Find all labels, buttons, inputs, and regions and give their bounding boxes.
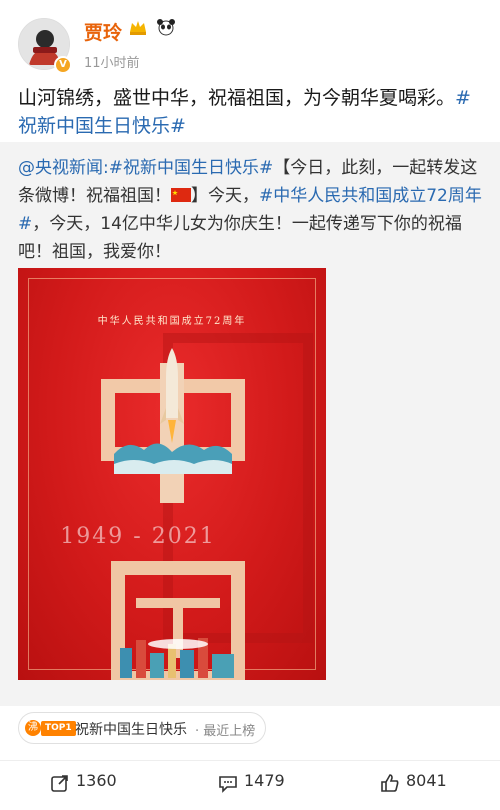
topic-label: 祝新中国生日快乐: [75, 722, 187, 738]
repost-text: @央视新闻:#祝新中国生日快乐#【今日，此刻，一起转发这条微博！祝福祖国！ 】今天…: [18, 154, 482, 266]
repost-count: 1360: [76, 771, 117, 790]
post-text-main: 山河锦绣，盛世中华，祝福祖国，为今朝华夏喝彩。: [18, 87, 456, 109]
fire-icon: 沸: [25, 720, 41, 736]
repost-button[interactable]: 1360: [50, 771, 130, 795]
repost-box[interactable]: @央视新闻:#祝新中国生日快乐#【今日，此刻，一起转发这条微博！祝福祖国！ 】今天…: [0, 142, 500, 706]
repost-text-2: 】今天，: [191, 186, 259, 206]
like-count: 8041: [406, 771, 447, 790]
post-text: 山河锦绣，盛世中华，祝福祖国，为今朝华夏喝彩。#祝新中国生日快乐#: [18, 84, 488, 140]
user-badges: [128, 18, 178, 42]
comment-icon: [219, 776, 237, 793]
action-bar: 1360 1479 8041: [0, 760, 500, 800]
topic-subtitle: · 最近上榜: [195, 724, 256, 739]
poster-artwork: [101, 333, 313, 680]
topic-rank-badge: TOP1: [41, 721, 76, 736]
like-button[interactable]: 8041: [380, 771, 460, 795]
repost-hashtag-1[interactable]: :#祝新中国生日快乐#: [103, 158, 273, 178]
share-icon: [51, 775, 68, 792]
comment-button[interactable]: 1479: [218, 771, 298, 795]
panda-icon: [156, 18, 176, 42]
verified-badge-icon: V: [54, 56, 72, 74]
repost-source[interactable]: @央视新闻: [18, 158, 103, 178]
thumbs-up-icon: [381, 774, 399, 792]
china-flag-icon: [171, 186, 191, 206]
comment-count: 1479: [244, 771, 285, 790]
post-header: V 贾玲 11小时前: [18, 14, 488, 74]
poster-image[interactable]: 中华人民共和国成立72周年 1949 - 2021: [18, 268, 326, 680]
username[interactable]: 贾玲: [84, 18, 122, 45]
topic-pill[interactable]: 沸 TOP1 祝新中国生日快乐 · 最近上榜: [18, 712, 266, 744]
repost-text-3: ，今天，14亿中华儿女为你庆生！一起传递写下你的祝福吧！祖国，我爱你！: [18, 214, 462, 262]
crown-icon: [128, 18, 148, 42]
poster-years: 1949 - 2021: [60, 524, 216, 549]
post-time: 11小时前: [84, 56, 140, 71]
